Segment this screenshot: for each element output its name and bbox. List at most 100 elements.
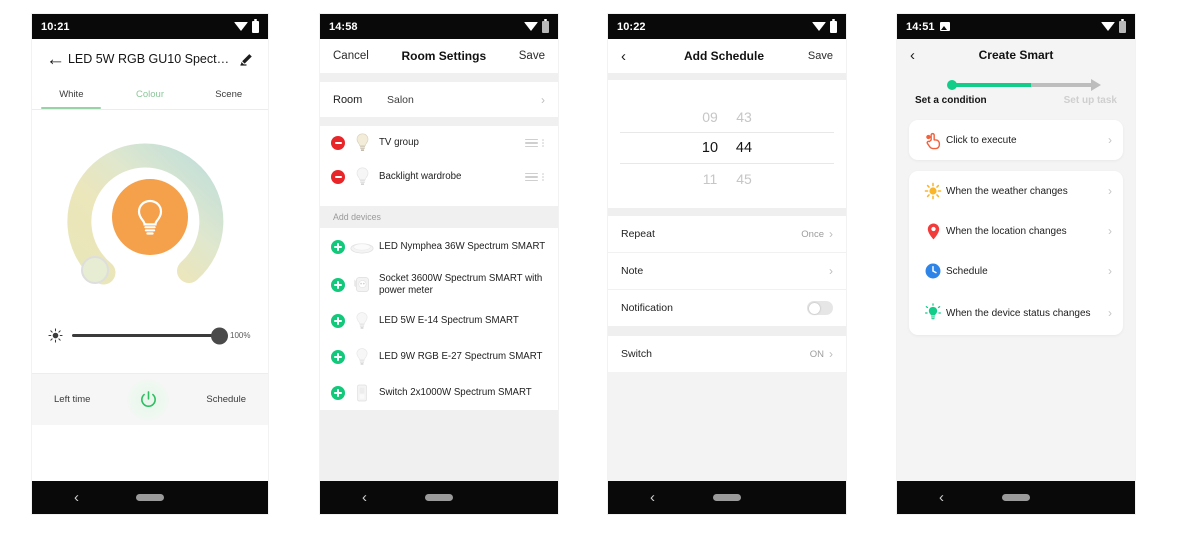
screenshot-stage: 10:21 ← LED 5W RGB GU10 Spectr... White … (0, 0, 1178, 533)
step-2-label: Set up task (1063, 95, 1117, 106)
step-arrow-icon (1091, 79, 1101, 91)
minute-below: 45 (736, 171, 752, 187)
nav-back-icon[interactable]: ‹ (939, 490, 944, 505)
phone3-screen: ‹ Add Schedule Save 09 43 10 44 11 45 Re… (608, 39, 846, 481)
nav-home-pill[interactable] (1002, 494, 1030, 501)
remove-icon[interactable] (331, 136, 345, 150)
dial-knob[interactable] (81, 256, 109, 284)
save-button[interactable]: Save (519, 50, 545, 62)
nav-home-pill[interactable] (425, 494, 453, 501)
battery-icon (1119, 18, 1126, 33)
nav-home-pill[interactable] (713, 494, 741, 501)
chevron-right-icon: › (1108, 224, 1112, 238)
setting-row-switch[interactable]: Switch ON › (608, 336, 846, 372)
add-icon[interactable] (331, 386, 345, 400)
schedule-button[interactable]: Schedule (206, 394, 246, 405)
repeat-label: Repeat (621, 228, 655, 240)
battery-icon (252, 18, 259, 33)
chevron-right-icon: › (829, 227, 833, 241)
bulb-thumb-icon (345, 166, 379, 188)
kebab-menu-icon[interactable] (539, 173, 547, 181)
list-item[interactable]: TV group (320, 126, 558, 160)
tab-scene[interactable]: Scene (189, 79, 268, 109)
schedule-settings-list: Repeat Once › Note › Notification (608, 216, 846, 326)
save-button[interactable]: Save (803, 50, 833, 62)
battery-icon (830, 18, 837, 33)
page-title: Create Smart (978, 48, 1054, 62)
mode-tabs[interactable]: White Colour Scene (32, 79, 268, 109)
phone-screen-add-schedule: 10:22 ‹ Add Schedule Save 09 43 10 44 11… (608, 14, 846, 514)
list-item[interactable]: Backlight wardrobe (320, 160, 558, 194)
add-icon[interactable] (331, 240, 345, 254)
color-temperature-dial[interactable] (61, 128, 239, 306)
back-arrow-icon[interactable]: ← (46, 50, 68, 69)
status-time: 10:21 (41, 20, 70, 33)
tab-colour[interactable]: Colour (111, 79, 190, 109)
setting-row-repeat[interactable]: Repeat Once › (608, 216, 846, 253)
brightness-slider-row[interactable]: 100% (32, 327, 268, 344)
setting-row-notification[interactable]: Notification (608, 290, 846, 326)
chevron-right-icon: › (1108, 264, 1112, 278)
condition-label: When the location changes (946, 225, 1067, 237)
drag-handle-icon[interactable] (523, 138, 539, 148)
list-item[interactable]: Socket 3600W Spectrum SMART with power m… (320, 266, 558, 304)
room-selector-row[interactable]: Room Salon › (320, 82, 558, 117)
time-picker-row-selected[interactable]: 10 44 (608, 133, 846, 163)
nav-back-icon[interactable]: ‹ (650, 490, 655, 505)
nav-home-pill[interactable] (136, 494, 164, 501)
minute-above: 43 (736, 109, 752, 125)
list-item[interactable]: Schedule › (909, 251, 1123, 291)
location-pin-icon (920, 222, 946, 241)
section-gap (320, 117, 558, 126)
back-arrow-icon[interactable]: ‹ (910, 47, 934, 64)
condition-card-list: When the weather changes › When the loca… (909, 171, 1123, 335)
bottom-action-bar: Left time Schedule (32, 373, 268, 425)
bulb-power-indicator[interactable] (112, 179, 188, 255)
list-item[interactable]: Click to execute › (909, 120, 1123, 160)
list-item[interactable]: When the location changes › (909, 211, 1123, 251)
edit-pencil-icon[interactable] (234, 52, 254, 67)
room-label: Room (333, 93, 363, 106)
list-item[interactable]: When the device status changes › (909, 291, 1123, 335)
ceiling-lamp-icon (345, 240, 379, 255)
phone-screen-device-control: 10:21 ← LED 5W RGB GU10 Spectr... White … (32, 14, 268, 514)
time-picker-row-below[interactable]: 11 45 (608, 164, 846, 194)
cancel-button[interactable]: Cancel (333, 50, 369, 62)
chevron-right-icon: › (1108, 133, 1112, 147)
device-name: Switch 2x1000W Spectrum SMART (379, 386, 532, 398)
add-icon[interactable] (331, 350, 345, 364)
clock-icon (920, 262, 946, 280)
time-picker[interactable]: 09 43 10 44 11 45 (608, 80, 846, 208)
setting-row-note[interactable]: Note › (608, 253, 846, 290)
power-button[interactable] (127, 378, 170, 421)
drag-handle-icon[interactable] (523, 172, 539, 182)
list-item[interactable]: When the weather changes › (909, 171, 1123, 211)
list-item[interactable]: LED 5W E-14 Spectrum SMART (320, 304, 558, 338)
hour-above: 09 (702, 109, 718, 125)
list-item[interactable]: LED 9W RGB E-27 Spectrum SMART (320, 338, 558, 376)
condition-card-click-to-execute[interactable]: Click to execute › (909, 120, 1123, 160)
remove-icon[interactable] (331, 170, 345, 184)
device-name: TV group (379, 136, 419, 148)
list-item[interactable]: Switch 2x1000W Spectrum SMART (320, 376, 558, 410)
left-time-button[interactable]: Left time (54, 394, 90, 405)
brightness-slider-track[interactable] (72, 327, 228, 344)
add-devices-header: Add devices (320, 206, 558, 228)
kebab-menu-icon[interactable] (539, 139, 547, 147)
tab-white[interactable]: White (32, 79, 111, 109)
status-bar: 14:51 (897, 14, 1135, 39)
control-body: 100% Left time Schedule (32, 110, 268, 425)
nav-back-icon[interactable]: ‹ (74, 490, 79, 505)
back-arrow-icon[interactable]: ‹ (621, 48, 645, 65)
condition-label: Click to execute (946, 134, 1017, 146)
assigned-devices-list: TV group Backlight wardrobe (320, 126, 558, 206)
notification-toggle[interactable] (807, 301, 833, 315)
list-item[interactable]: LED Nymphea 36W Spectrum SMART (320, 228, 558, 266)
add-icon[interactable] (331, 314, 345, 328)
brightness-slider-thumb[interactable] (211, 327, 228, 344)
nav-back-icon[interactable]: ‹ (362, 490, 367, 505)
time-picker-row-above[interactable]: 09 43 (608, 102, 846, 132)
page-title: Room Settings (401, 49, 487, 63)
add-icon[interactable] (331, 278, 345, 292)
app-header: ← LED 5W RGB GU10 Spectr... (32, 39, 268, 79)
